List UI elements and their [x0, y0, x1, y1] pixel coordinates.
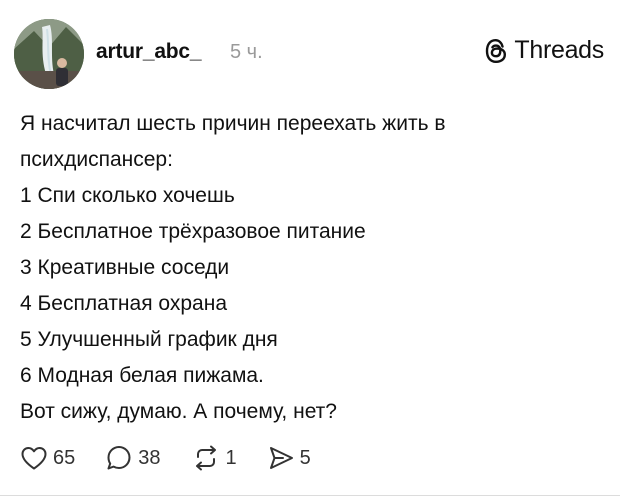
share-count: 5 [299, 446, 311, 469]
post-line: 5 Улучшенный график дня [20, 328, 278, 351]
comment-button[interactable]: 38 [105, 444, 161, 472]
threads-label: Threads [514, 36, 604, 64]
post-line: 6 Модная белая пижама. [20, 364, 264, 387]
post-actions: 65 38 1 5 [20, 444, 341, 472]
comment-icon [107, 446, 131, 470]
post-line: психдиспансер: [20, 148, 173, 171]
share-button[interactable]: 5 [267, 444, 311, 472]
comment-count: 38 [138, 446, 161, 469]
share-icon [269, 447, 293, 469]
divider [0, 495, 620, 496]
repost-button[interactable]: 1 [191, 444, 237, 472]
heart-icon [21, 447, 47, 470]
post-line: 4 Бесплатная охрана [20, 292, 227, 315]
post-text: Я насчитал шесть причин переехать жить в… [20, 106, 605, 430]
avatar[interactable] [14, 19, 84, 89]
username[interactable]: artur_abc_ [96, 40, 202, 64]
repost-icon [195, 445, 216, 471]
like-button[interactable]: 65 [20, 445, 75, 471]
post-line: 1 Спи сколько хочешь [20, 184, 235, 207]
threads-logo-icon [486, 38, 507, 63]
post-line: 2 Бесплатное трёхразовое питание [20, 220, 366, 243]
like-count: 65 [53, 446, 76, 469]
post-line: 3 Креативные соседи [20, 256, 230, 279]
post-line: Вот сижу, думаю. А почему, нет? [20, 400, 337, 423]
threads-brand: Threads [483, 36, 604, 65]
post-line: Я насчитал шесть причин переехать жить в [20, 112, 446, 135]
post-timestamp: 5 ч. [230, 41, 263, 63]
repost-count: 1 [225, 446, 237, 469]
avatar-photo [14, 19, 84, 89]
